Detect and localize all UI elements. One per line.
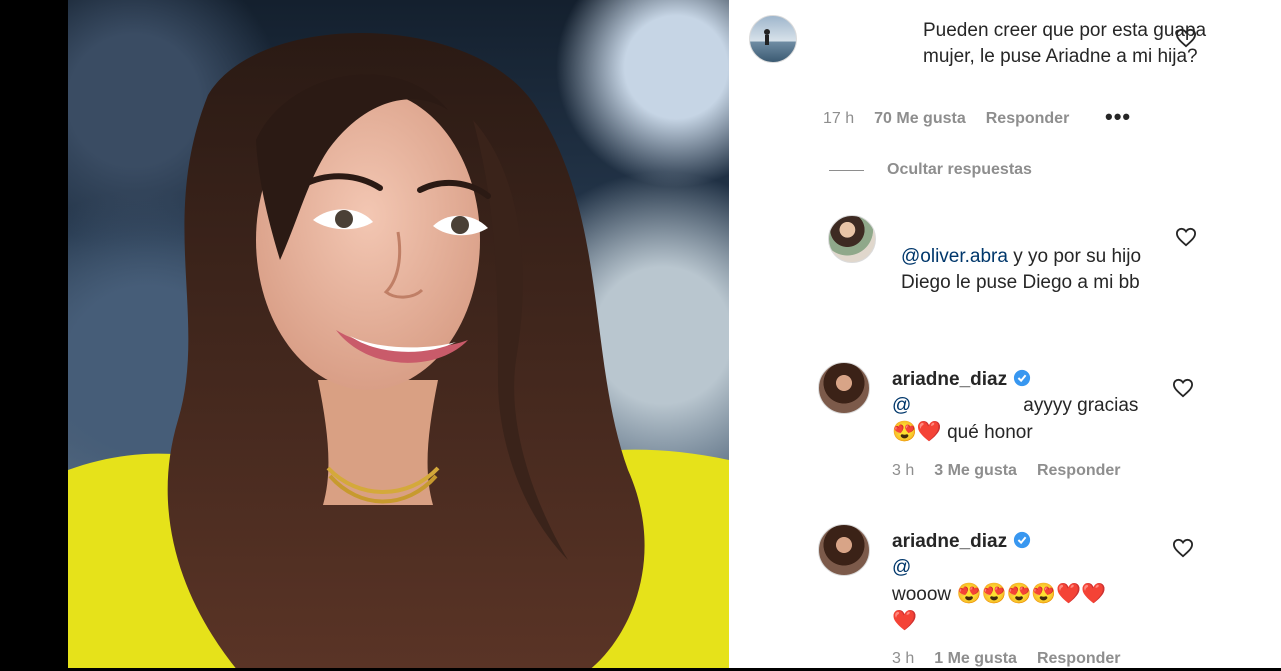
like-heart-icon[interactable]: [1172, 538, 1194, 558]
reply-text-2: qué honor: [941, 422, 1033, 443]
commenter-avatar[interactable]: [749, 15, 797, 63]
reply-likes[interactable]: 3 Me gusta: [934, 462, 1017, 480]
ariadne-avatar[interactable]: [818, 362, 870, 414]
post-modal: Pueden creer que por esta guapa mujer, l…: [0, 0, 1281, 671]
reply-button[interactable]: Responder: [1037, 462, 1121, 480]
hide-replies-label: Ocultar respuestas: [887, 161, 1032, 178]
reply-meta: 3 h 3 Me gusta Responder: [892, 462, 1121, 480]
reply-text: wooow: [892, 584, 952, 605]
like-heart-icon[interactable]: [1172, 378, 1194, 398]
hide-replies-divider: [829, 170, 864, 171]
comment-likes[interactable]: 70 Me gusta: [874, 110, 966, 128]
reply-time: 3 h: [892, 650, 915, 667]
more-options-icon[interactable]: •••: [1105, 104, 1131, 130]
reply-emojis: 😍❤️: [892, 421, 942, 443]
verified-badge-icon: [1014, 369, 1031, 387]
verified-badge-icon: [1014, 531, 1031, 549]
reply-time: 3 h: [892, 462, 915, 479]
like-heart-icon[interactable]: [1175, 28, 1197, 48]
reply-avatar[interactable]: [828, 215, 876, 263]
comments-panel: Pueden creer que por esta guapa mujer, l…: [729, 0, 1281, 671]
person-silhouette-icon: [764, 29, 770, 45]
reply-mention[interactable]: @: [892, 557, 911, 578]
reply-button[interactable]: Responder: [986, 110, 1070, 128]
comment-time: 17 h: [823, 110, 855, 127]
comment-text: Pueden creer que por esta guapa mujer, l…: [923, 20, 1207, 67]
like-heart-icon[interactable]: [1175, 227, 1197, 247]
reply-mention[interactable]: @: [892, 395, 911, 416]
reply-text: ayyyy gracias: [1023, 395, 1139, 416]
hide-replies-button[interactable]: Ocultar respuestas: [887, 161, 1032, 179]
reply-body: @oliver.abra y yo por su hijo Diego le p…: [901, 244, 1163, 296]
reply-username[interactable]: ariadne_diaz: [892, 369, 1007, 390]
reply-mention[interactable]: @oliver.abra: [901, 246, 1008, 267]
backdrop-left: [0, 0, 68, 671]
post-image[interactable]: [68, 0, 729, 671]
reply-body: ariadne_diaz @ ayyyy gracias 😍❤️ qué hono…: [892, 367, 1182, 446]
comment-meta: 17 h 70 Me gusta Responder: [823, 110, 1069, 128]
portrait-illustration: [68, 33, 729, 671]
reply-emojis-2: ❤️: [892, 610, 917, 632]
ariadne-avatar[interactable]: [818, 524, 870, 576]
reply-emojis: 😍😍😍😍❤️❤️: [951, 583, 1107, 605]
reply-likes[interactable]: 1 Me gusta: [934, 650, 1017, 668]
reply-body: ariadne_diaz @ wooow 😍😍😍😍❤️❤️ ❤️: [892, 529, 1182, 635]
comment-body: Pueden creer que por esta guapa mujer, l…: [823, 18, 1263, 70]
reply-meta: 3 h 1 Me gusta Responder: [892, 650, 1121, 668]
reply-button[interactable]: Responder: [1037, 650, 1121, 668]
reply-username[interactable]: ariadne_diaz: [892, 531, 1007, 552]
